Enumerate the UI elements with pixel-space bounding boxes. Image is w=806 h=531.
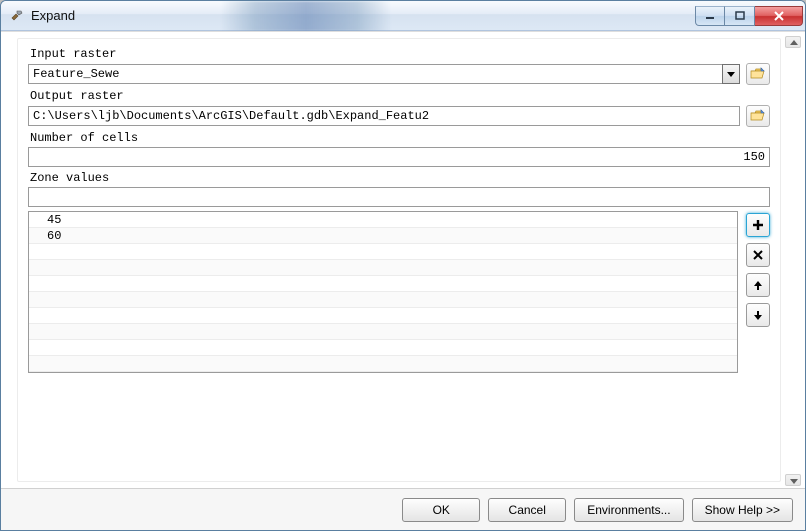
x-icon bbox=[752, 249, 764, 261]
list-item[interactable] bbox=[29, 244, 737, 260]
minimize-button[interactable] bbox=[695, 6, 725, 26]
list-item[interactable]: 45 bbox=[29, 212, 737, 228]
input-raster-dropdown-button[interactable] bbox=[722, 64, 740, 84]
maximize-button[interactable] bbox=[725, 6, 755, 26]
zone-move-up-button[interactable] bbox=[746, 273, 770, 297]
expand-dialog: Expand Input raster bbox=[0, 0, 806, 531]
list-item[interactable] bbox=[29, 292, 737, 308]
folder-open-icon bbox=[750, 67, 766, 81]
output-raster-browse-button[interactable] bbox=[746, 105, 770, 127]
zone-move-down-button[interactable] bbox=[746, 303, 770, 327]
list-item[interactable] bbox=[29, 324, 737, 340]
scroll-up-button[interactable] bbox=[785, 36, 801, 48]
window-buttons bbox=[695, 6, 803, 26]
input-raster-label: Input raster bbox=[30, 47, 770, 61]
show-help-button[interactable]: Show Help >> bbox=[692, 498, 793, 522]
list-item[interactable]: 60 bbox=[29, 228, 737, 244]
form-panel: Input raster Output raster bbox=[17, 38, 781, 482]
arrow-down-icon bbox=[752, 309, 764, 321]
zone-values-label: Zone values bbox=[30, 171, 770, 185]
client-area: Input raster Output raster bbox=[1, 31, 805, 530]
plus-icon bbox=[751, 218, 765, 232]
output-raster-label: Output raster bbox=[30, 89, 770, 103]
close-button[interactable] bbox=[755, 6, 803, 26]
dialog-footer: OK Cancel Environments... Show Help >> bbox=[1, 488, 805, 530]
output-raster-field[interactable] bbox=[28, 106, 740, 126]
input-raster-combo bbox=[28, 64, 740, 84]
zone-add-button[interactable] bbox=[746, 213, 770, 237]
arrow-up-icon bbox=[752, 279, 764, 291]
zone-values-input[interactable] bbox=[28, 187, 770, 207]
number-of-cells-field[interactable] bbox=[28, 147, 770, 167]
list-item[interactable] bbox=[29, 340, 737, 356]
zone-remove-button[interactable] bbox=[746, 243, 770, 267]
list-item[interactable] bbox=[29, 308, 737, 324]
cancel-button[interactable]: Cancel bbox=[488, 498, 566, 522]
zone-values-list[interactable]: 4560 bbox=[28, 211, 738, 373]
ok-button[interactable]: OK bbox=[402, 498, 480, 522]
scroll-down-button[interactable] bbox=[785, 474, 801, 486]
zone-values-buttons bbox=[746, 211, 770, 373]
input-raster-field[interactable] bbox=[28, 64, 722, 84]
list-item[interactable] bbox=[29, 276, 737, 292]
window-title: Expand bbox=[31, 8, 695, 23]
titlebar[interactable]: Expand bbox=[1, 1, 805, 31]
list-item[interactable] bbox=[29, 260, 737, 276]
environments-button[interactable]: Environments... bbox=[574, 498, 683, 522]
folder-open-icon bbox=[750, 109, 766, 123]
list-item[interactable] bbox=[29, 356, 737, 372]
input-raster-browse-button[interactable] bbox=[746, 63, 770, 85]
number-of-cells-label: Number of cells bbox=[30, 131, 770, 145]
hammer-icon bbox=[9, 8, 25, 24]
